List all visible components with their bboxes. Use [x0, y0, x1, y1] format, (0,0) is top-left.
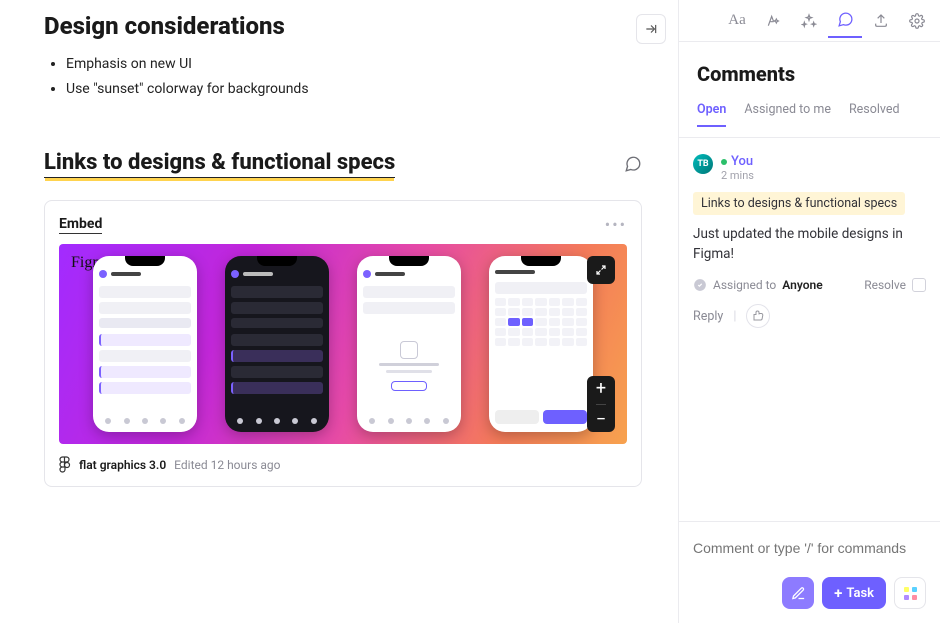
comment-timestamp: 2 mins — [721, 169, 754, 182]
tab-resolved[interactable]: Resolved — [849, 102, 900, 127]
thumbs-up-icon[interactable] — [746, 304, 770, 328]
tab-assigned[interactable]: Assigned to me — [744, 102, 831, 127]
comment-input-field[interactable] — [693, 540, 926, 556]
embed-label[interactable]: Embed — [59, 216, 102, 234]
collapse-sidebar-button[interactable] — [636, 14, 666, 44]
comments-panel: Aa Comments Open Assigned to me Resolved… — [679, 0, 940, 623]
settings-icon[interactable] — [900, 4, 934, 38]
heading-design-considerations[interactable]: Design considerations — [44, 12, 642, 40]
comment-author[interactable]: You — [731, 154, 753, 169]
embed-fullscreen-icon[interactable] — [587, 256, 615, 284]
embed-file-name[interactable]: flat graphics 3.0 — [79, 458, 166, 472]
quick-note-button[interactable] — [782, 577, 814, 609]
zoom-out-icon[interactable]: − — [596, 404, 606, 429]
comment-composer[interactable] — [679, 521, 940, 565]
document-area: Design considerations Emphasis on new UI… — [0, 0, 679, 623]
assigned-icon — [693, 278, 707, 292]
assigned-value[interactable]: Anyone — [782, 278, 822, 292]
figma-preview[interactable]: Figma — [59, 244, 627, 444]
heading-links-to-designs[interactable]: Links to designs & functional specs — [44, 150, 395, 178]
mock-phone-calendar — [489, 256, 593, 432]
embed-zoom-controls[interactable]: + − — [587, 376, 615, 432]
resolve-checkbox[interactable] — [912, 278, 926, 292]
mock-phone-light — [93, 256, 197, 432]
resolve-label: Resolve — [864, 278, 906, 292]
text-style-icon[interactable]: Aa — [720, 4, 754, 38]
mock-phone-empty — [357, 256, 461, 432]
ai-icon[interactable] — [756, 4, 790, 38]
resolve-toggle[interactable]: Resolve — [864, 278, 926, 292]
bullet-item[interactable]: Emphasis on new UI — [66, 52, 642, 77]
embed-menu-icon[interactable]: ••• — [605, 215, 627, 234]
bottom-actions: + Task — [679, 565, 940, 623]
tab-open[interactable]: Open — [697, 102, 726, 127]
new-task-button[interactable]: + Task — [822, 577, 886, 609]
section-comment-icon[interactable] — [624, 155, 642, 173]
figma-icon — [59, 456, 71, 474]
assigned-label: Assigned to — [713, 278, 776, 292]
bullet-list[interactable]: Emphasis on new UI Use "sunset" colorway… — [66, 52, 642, 102]
comments-icon[interactable] — [828, 4, 862, 38]
reply-button[interactable]: Reply — [693, 309, 723, 324]
figma-embed-card: Embed ••• Figma — [44, 200, 642, 487]
sparkles-icon[interactable] — [792, 4, 826, 38]
zoom-in-icon[interactable]: + — [596, 380, 606, 398]
apps-button[interactable] — [894, 577, 926, 609]
new-task-label: Task — [846, 586, 874, 601]
apps-icon — [904, 587, 917, 600]
avatar[interactable]: TB — [693, 154, 713, 174]
embed-edited-time: Edited 12 hours ago — [174, 458, 280, 472]
export-icon[interactable] — [864, 4, 898, 38]
comment-reference-chip[interactable]: Links to designs & functional specs — [693, 192, 905, 215]
comment-message: Just updated the mobile designs in Figma… — [693, 225, 926, 264]
bullet-item[interactable]: Use "sunset" colorway for backgrounds — [66, 77, 642, 102]
comment-filter-tabs: Open Assigned to me Resolved — [679, 102, 940, 138]
presence-dot — [721, 159, 727, 165]
panel-toolbar: Aa — [679, 0, 940, 42]
comment-thread: TB You 2 mins Links to designs & functio… — [679, 138, 940, 521]
mock-phone-dark — [225, 256, 329, 432]
panel-title: Comments — [679, 42, 940, 102]
